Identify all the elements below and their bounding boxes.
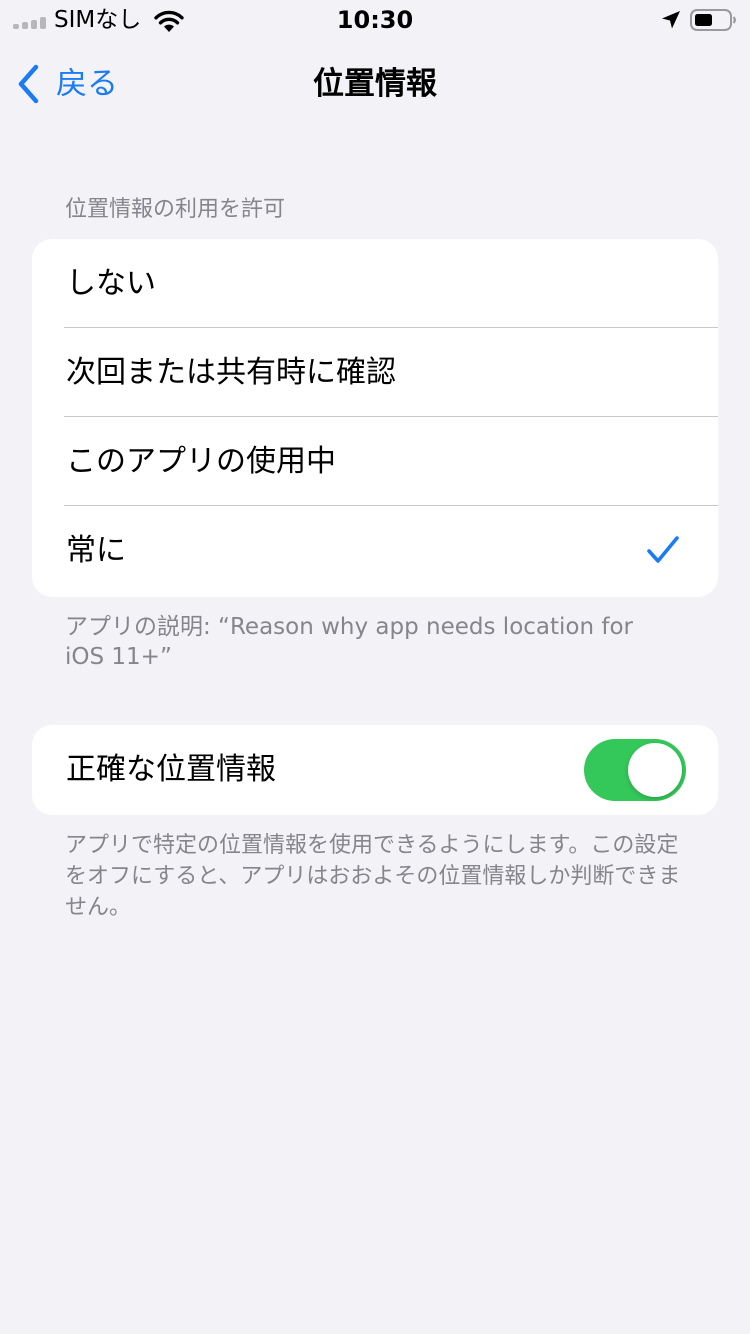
checkmark-icon [647, 536, 679, 563]
navigation-bar: 戻る 位置情報 [0, 40, 750, 128]
option-label: 常に [66, 533, 126, 568]
option-always[interactable]: 常に [32, 506, 718, 595]
location-access-header: 位置情報の利用を許可 [65, 197, 286, 222]
app-usage-description: アプリの説明: “Reason why app needs location f… [65, 614, 633, 670]
precise-location-row: 正確な位置情報 [32, 725, 718, 814]
status-bar: SIMなし 10:30 [0, 0, 750, 40]
location-services-icon [662, 11, 680, 29]
option-while-using[interactable]: このアプリの使用中 [32, 417, 718, 506]
location-access-options: しない 次回または共有時に確認 このアプリの使用中 常に [32, 239, 718, 597]
status-time: 10:30 [336, 6, 414, 34]
precise-location-label: 正確な位置情報 [66, 752, 276, 787]
page-title: 位置情報 [313, 66, 437, 102]
option-ask-next-time[interactable]: 次回または共有時に確認 [32, 328, 718, 417]
precise-location-toggle[interactable] [584, 739, 686, 801]
option-label: しない [66, 266, 156, 301]
battery-icon [690, 9, 736, 31]
precise-location-group: 正確な位置情報 [32, 725, 718, 815]
toggle-knob [628, 743, 682, 797]
precise-location-description: アプリで特定の位置情報を使用できるようにします。この設定をオフにすると、アプリは… [65, 833, 681, 920]
option-label: 次回または共有時に確認 [66, 355, 396, 390]
option-label: このアプリの使用中 [66, 444, 336, 479]
option-never[interactable]: しない [32, 239, 718, 328]
